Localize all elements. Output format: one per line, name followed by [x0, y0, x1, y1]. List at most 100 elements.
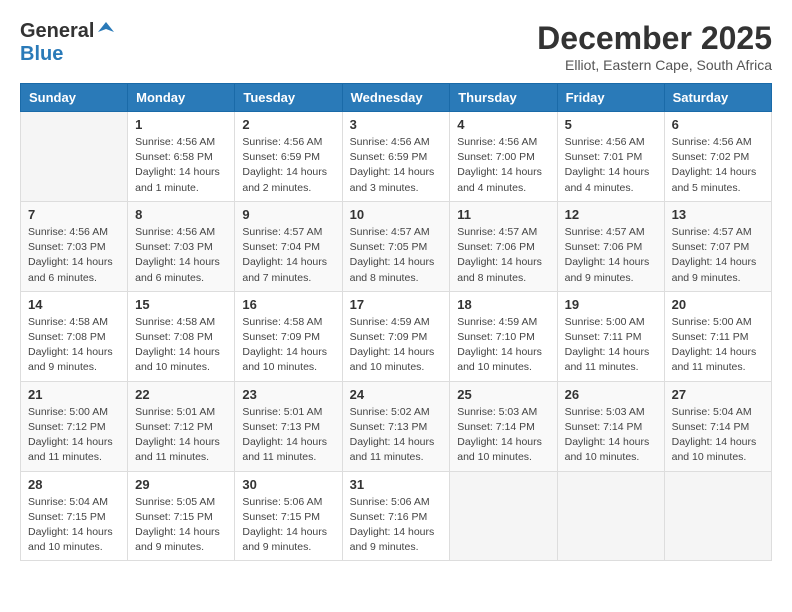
day-info: Sunrise: 4:56 AM Sunset: 7:00 PM Dayligh… [457, 135, 549, 196]
calendar-cell [664, 471, 771, 561]
day-number: 24 [350, 387, 443, 402]
title-area: December 2025 Elliot, Eastern Cape, Sout… [537, 20, 772, 73]
weekday-header-thursday: Thursday [450, 84, 557, 112]
day-info: Sunrise: 5:06 AM Sunset: 7:15 PM Dayligh… [242, 495, 334, 556]
day-number: 28 [28, 477, 120, 492]
calendar-cell: 10 Sunrise: 4:57 AM Sunset: 7:05 PM Dayli… [342, 201, 450, 291]
day-number: 20 [672, 297, 764, 312]
day-info: Sunrise: 5:02 AM Sunset: 7:13 PM Dayligh… [350, 405, 443, 466]
calendar-cell: 11 Sunrise: 4:57 AM Sunset: 7:06 PM Dayli… [450, 201, 557, 291]
day-number: 21 [28, 387, 120, 402]
day-info: Sunrise: 4:58 AM Sunset: 7:08 PM Dayligh… [28, 315, 120, 376]
day-number: 14 [28, 297, 120, 312]
month-title: December 2025 [537, 20, 772, 57]
day-number: 13 [672, 207, 764, 222]
day-number: 6 [672, 117, 764, 132]
calendar-cell [21, 112, 128, 202]
day-info: Sunrise: 4:56 AM Sunset: 6:59 PM Dayligh… [350, 135, 443, 196]
day-number: 11 [457, 207, 549, 222]
day-number: 18 [457, 297, 549, 312]
day-info: Sunrise: 4:56 AM Sunset: 6:58 PM Dayligh… [135, 135, 227, 196]
week-row-3: 14 Sunrise: 4:58 AM Sunset: 7:08 PM Dayli… [21, 291, 772, 381]
day-info: Sunrise: 4:56 AM Sunset: 7:03 PM Dayligh… [28, 225, 120, 286]
calendar-cell: 25 Sunrise: 5:03 AM Sunset: 7:14 PM Dayli… [450, 381, 557, 471]
calendar-cell: 6 Sunrise: 4:56 AM Sunset: 7:02 PM Daylig… [664, 112, 771, 202]
calendar-cell: 5 Sunrise: 4:56 AM Sunset: 7:01 PM Daylig… [557, 112, 664, 202]
day-number: 29 [135, 477, 227, 492]
weekday-header-row: SundayMondayTuesdayWednesdayThursdayFrid… [21, 84, 772, 112]
weekday-header-sunday: Sunday [21, 84, 128, 112]
day-info: Sunrise: 5:00 AM Sunset: 7:12 PM Dayligh… [28, 405, 120, 466]
week-row-1: 1 Sunrise: 4:56 AM Sunset: 6:58 PM Daylig… [21, 112, 772, 202]
week-row-5: 28Sunrise: 5:04 AM Sunset: 7:15 PM Dayli… [21, 471, 772, 561]
day-info: Sunrise: 5:00 AM Sunset: 7:11 PM Dayligh… [672, 315, 764, 376]
calendar-cell: 3Sunrise: 4:56 AM Sunset: 6:59 PM Daylig… [342, 112, 450, 202]
day-info: Sunrise: 4:59 AM Sunset: 7:10 PM Dayligh… [457, 315, 549, 376]
day-info: Sunrise: 5:01 AM Sunset: 7:12 PM Dayligh… [135, 405, 227, 466]
day-number: 2 [242, 117, 334, 132]
calendar-cell: 24 Sunrise: 5:02 AM Sunset: 7:13 PM Dayli… [342, 381, 450, 471]
header: General Blue December 2025 Elliot, Easte… [20, 20, 772, 73]
day-number: 25 [457, 387, 549, 402]
day-info: Sunrise: 4:56 AM Sunset: 7:03 PM Dayligh… [135, 225, 227, 286]
day-number: 16 [242, 297, 334, 312]
day-info: Sunrise: 4:58 AM Sunset: 7:08 PM Dayligh… [135, 315, 227, 376]
day-info: Sunrise: 5:06 AM Sunset: 7:16 PM Dayligh… [350, 495, 443, 556]
day-number: 26 [565, 387, 657, 402]
day-number: 17 [350, 297, 443, 312]
day-info: Sunrise: 4:57 AM Sunset: 7:07 PM Dayligh… [672, 225, 764, 286]
calendar-cell: 20 Sunrise: 5:00 AM Sunset: 7:11 PM Dayli… [664, 291, 771, 381]
day-number: 23 [242, 387, 334, 402]
calendar-cell: 28Sunrise: 5:04 AM Sunset: 7:15 PM Dayli… [21, 471, 128, 561]
calendar-cell: 2 Sunrise: 4:56 AM Sunset: 6:59 PM Daylig… [235, 112, 342, 202]
week-row-2: 7 Sunrise: 4:56 AM Sunset: 7:03 PM Daylig… [21, 201, 772, 291]
day-info: Sunrise: 4:56 AM Sunset: 6:59 PM Dayligh… [242, 135, 334, 196]
day-number: 27 [672, 387, 764, 402]
calendar: SundayMondayTuesdayWednesdayThursdayFrid… [20, 83, 772, 561]
calendar-cell: 9 Sunrise: 4:57 AM Sunset: 7:04 PM Daylig… [235, 201, 342, 291]
calendar-cell: 7 Sunrise: 4:56 AM Sunset: 7:03 PM Daylig… [21, 201, 128, 291]
day-number: 19 [565, 297, 657, 312]
calendar-cell: 23 Sunrise: 5:01 AM Sunset: 7:13 PM Dayli… [235, 381, 342, 471]
day-number: 30 [242, 477, 334, 492]
day-number: 4 [457, 117, 549, 132]
day-info: Sunrise: 4:57 AM Sunset: 7:04 PM Dayligh… [242, 225, 334, 286]
day-info: Sunrise: 4:56 AM Sunset: 7:02 PM Dayligh… [672, 135, 764, 196]
calendar-cell: 1 Sunrise: 4:56 AM Sunset: 6:58 PM Daylig… [128, 112, 235, 202]
day-number: 7 [28, 207, 120, 222]
calendar-cell [450, 471, 557, 561]
day-info: Sunrise: 4:58 AM Sunset: 7:09 PM Dayligh… [242, 315, 334, 376]
weekday-header-friday: Friday [557, 84, 664, 112]
calendar-cell: 19 Sunrise: 5:00 AM Sunset: 7:11 PM Dayli… [557, 291, 664, 381]
day-info: Sunrise: 5:01 AM Sunset: 7:13 PM Dayligh… [242, 405, 334, 466]
calendar-cell: 8Sunrise: 4:56 AM Sunset: 7:03 PM Daylig… [128, 201, 235, 291]
calendar-cell: 15Sunrise: 4:58 AM Sunset: 7:08 PM Dayli… [128, 291, 235, 381]
day-info: Sunrise: 5:05 AM Sunset: 7:15 PM Dayligh… [135, 495, 227, 556]
calendar-cell: 21 Sunrise: 5:00 AM Sunset: 7:12 PM Dayli… [21, 381, 128, 471]
day-info: Sunrise: 4:57 AM Sunset: 7:06 PM Dayligh… [565, 225, 657, 286]
logo-general: General [20, 20, 94, 43]
calendar-cell: 26 Sunrise: 5:03 AM Sunset: 7:14 PM Dayli… [557, 381, 664, 471]
day-info: Sunrise: 5:03 AM Sunset: 7:14 PM Dayligh… [565, 405, 657, 466]
logo-blue: Blue [20, 43, 63, 65]
day-number: 9 [242, 207, 334, 222]
day-number: 22 [135, 387, 227, 402]
location-title: Elliot, Eastern Cape, South Africa [537, 57, 772, 73]
calendar-cell: 17Sunrise: 4:59 AM Sunset: 7:09 PM Dayli… [342, 291, 450, 381]
calendar-cell: 29 Sunrise: 5:05 AM Sunset: 7:15 PM Dayli… [128, 471, 235, 561]
calendar-cell: 14 Sunrise: 4:58 AM Sunset: 7:08 PM Dayli… [21, 291, 128, 381]
calendar-cell: 30 Sunrise: 5:06 AM Sunset: 7:15 PM Dayli… [235, 471, 342, 561]
logo: General Blue [20, 20, 116, 66]
weekday-header-saturday: Saturday [664, 84, 771, 112]
day-number: 10 [350, 207, 443, 222]
day-number: 1 [135, 117, 227, 132]
day-info: Sunrise: 5:03 AM Sunset: 7:14 PM Dayligh… [457, 405, 549, 466]
day-number: 12 [565, 207, 657, 222]
day-info: Sunrise: 4:57 AM Sunset: 7:06 PM Dayligh… [457, 225, 549, 286]
calendar-cell: 12 Sunrise: 4:57 AM Sunset: 7:06 PM Dayli… [557, 201, 664, 291]
day-info: Sunrise: 4:56 AM Sunset: 7:01 PM Dayligh… [565, 135, 657, 196]
day-info: Sunrise: 5:00 AM Sunset: 7:11 PM Dayligh… [565, 315, 657, 376]
day-info: Sunrise: 5:04 AM Sunset: 7:14 PM Dayligh… [672, 405, 764, 466]
day-info: Sunrise: 4:57 AM Sunset: 7:05 PM Dayligh… [350, 225, 443, 286]
day-number: 5 [565, 117, 657, 132]
